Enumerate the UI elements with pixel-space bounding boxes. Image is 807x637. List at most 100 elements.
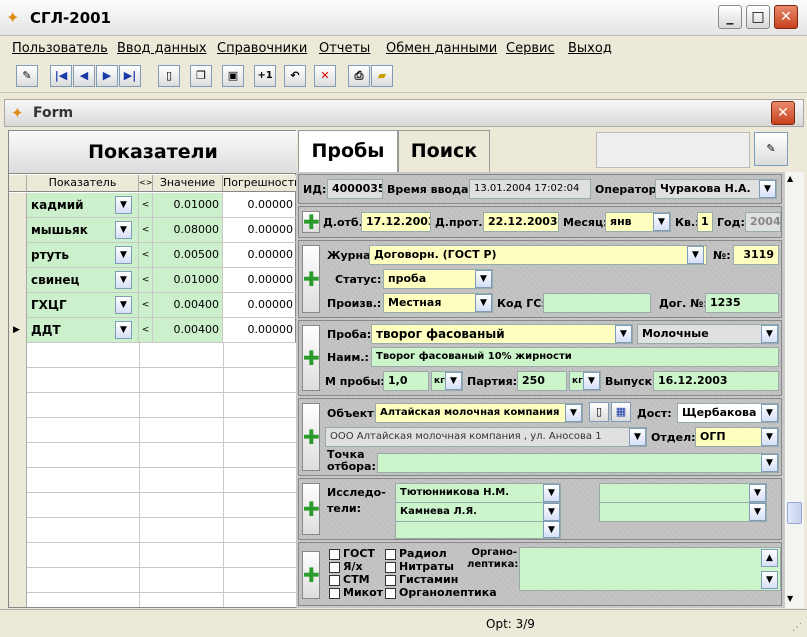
chevron-down-icon[interactable]: ▼ <box>629 428 646 446</box>
yax-checkbox[interactable] <box>329 562 340 573</box>
menu-data-entry[interactable]: Ввод данных <box>117 41 207 56</box>
grid-header-value[interactable]: Значение <box>153 175 223 192</box>
table-row[interactable]: мышьяк ▼ <box>27 218 139 243</box>
error-cell[interactable]: 0.00000 <box>223 318 297 343</box>
journal-select[interactable]: Договорн. (ГОСТ Р) <box>369 245 707 265</box>
tab-samples[interactable]: Пробы <box>298 130 398 174</box>
chevron-down-icon[interactable]: ▼ <box>115 246 132 264</box>
resize-grip-icon[interactable]: ⋰ <box>792 622 802 633</box>
table-row[interactable]: ДДТ ▼ <box>27 318 139 343</box>
chevron-down-icon[interactable]: ▼ <box>761 454 778 472</box>
group-select[interactable]: Молочные <box>637 324 779 344</box>
error-cell[interactable]: 0.00000 <box>223 293 297 318</box>
table-row[interactable]: свинец ▼ <box>27 268 139 293</box>
contract-number-field[interactable]: 1235 <box>705 293 779 313</box>
minimize-button[interactable]: _ <box>718 5 742 29</box>
sampling-date-field[interactable]: 17.12.2003 <box>361 212 431 232</box>
radiol-checkbox[interactable] <box>385 549 396 560</box>
scroll-down-icon[interactable]: ▼ <box>787 594 793 603</box>
mikot-checkbox[interactable] <box>329 588 340 599</box>
researcher-4-select[interactable] <box>599 483 767 503</box>
table-row[interactable]: кадмий ▼ <box>27 193 139 218</box>
chevron-down-icon[interactable]: ▼ <box>543 503 560 521</box>
nitrates-checkbox[interactable] <box>385 562 396 573</box>
add-icon[interactable]: ✚ <box>302 483 320 535</box>
copy-icon[interactable]: ❐ <box>190 65 212 87</box>
add-one-button[interactable]: +1 <box>254 65 276 87</box>
first-record-icon[interactable]: |◀ <box>50 65 72 87</box>
value-cell[interactable]: 0.01000 <box>153 268 223 293</box>
add-icon[interactable]: ✚ <box>302 403 320 471</box>
tab-search[interactable]: Поиск <box>398 130 490 174</box>
chevron-down-icon[interactable]: ▼ <box>115 196 132 214</box>
chevron-down-icon[interactable]: ▼ <box>565 404 582 422</box>
value-cell[interactable]: 0.00500 <box>153 243 223 268</box>
add-icon[interactable]: ✚ <box>302 325 320 391</box>
chevron-down-icon[interactable]: ▼ <box>759 180 776 198</box>
error-cell[interactable]: 0.00000 <box>223 193 297 218</box>
error-cell[interactable]: 0.00000 <box>223 218 297 243</box>
chevron-down-icon[interactable]: ▼ <box>543 484 560 502</box>
next-record-icon[interactable]: ▶ <box>96 65 118 87</box>
sampling-point-select[interactable] <box>377 453 779 473</box>
menu-exit[interactable]: Выход <box>568 41 612 56</box>
notes-icon[interactable]: ✎ <box>754 132 788 166</box>
release-date-field[interactable]: 16.12.2003 <box>653 371 779 391</box>
chevron-down-icon[interactable]: ▼ <box>687 246 704 264</box>
chevron-down-icon[interactable]: ▼ <box>583 372 600 390</box>
party-field[interactable]: 250 <box>517 371 567 391</box>
new-document-icon[interactable]: ▯ <box>158 65 180 87</box>
menu-user[interactable]: Пользователь <box>12 41 108 56</box>
object-address-select[interactable]: ООО Алтайская молочная компания , ул. Ан… <box>325 427 647 447</box>
organoleptic-textarea[interactable] <box>519 547 781 591</box>
chevron-down-icon[interactable]: ▼ <box>115 296 132 314</box>
menu-references[interactable]: Справочники <box>217 41 307 56</box>
chevron-down-icon[interactable]: ▼ <box>761 325 778 343</box>
protocol-date-field[interactable]: 22.12.2003 <box>483 212 559 232</box>
scroll-down-icon[interactable]: ▼ <box>761 571 778 589</box>
table-row[interactable]: ртуть ▼ <box>27 243 139 268</box>
object-select[interactable]: Алтайская молочная компания <box>375 403 583 423</box>
add-icon[interactable]: ✚ <box>302 245 320 313</box>
indicators-title[interactable]: Показатели <box>9 131 297 174</box>
table-row[interactable]: ГХЦГ ▼ <box>27 293 139 318</box>
vertical-scrollbar[interactable]: ▲ ▼ <box>784 172 804 608</box>
researcher-2-select[interactable]: Камнева Л.Я. <box>395 502 561 522</box>
value-cell[interactable]: 0.01000 <box>153 193 223 218</box>
add-icon[interactable]: ✚ <box>302 211 320 233</box>
chevron-down-icon[interactable]: ▼ <box>115 321 132 339</box>
product-name-field[interactable]: Творог фасованый 10% жирности <box>371 347 779 367</box>
stm-checkbox[interactable] <box>329 575 340 586</box>
last-record-icon[interactable]: ▶| <box>119 65 141 87</box>
researcher-5-select[interactable] <box>599 502 767 522</box>
chevron-down-icon[interactable]: ▼ <box>115 221 132 239</box>
prev-record-icon[interactable]: ◀ <box>73 65 95 87</box>
sample-select[interactable]: творог фасованый <box>371 324 633 344</box>
delete-icon[interactable]: ✕ <box>314 65 336 87</box>
quarter-field[interactable]: 1 <box>697 212 713 232</box>
scrollbar-thumb[interactable] <box>787 502 802 524</box>
gs-code-field[interactable] <box>543 293 651 313</box>
add-icon[interactable]: ✚ <box>302 551 320 599</box>
chevron-down-icon[interactable]: ▼ <box>761 428 778 446</box>
menu-reports[interactable]: Отчеты <box>319 41 370 56</box>
menu-data-exchange[interactable]: Обмен данными <box>386 41 497 56</box>
researcher-3-select[interactable] <box>395 521 561 539</box>
value-cell[interactable]: 0.00400 <box>153 318 223 343</box>
journal-number-field[interactable]: 3119 <box>733 245 779 265</box>
researcher-1-select[interactable]: Тютюнникова Н.М. <box>395 483 561 503</box>
scroll-up-icon[interactable]: ▲ <box>787 174 793 183</box>
scroll-up-icon[interactable]: ▲ <box>761 549 778 567</box>
edit-icon[interactable]: ✎ <box>16 65 38 87</box>
form-close-button[interactable]: ✕ <box>771 101 795 125</box>
chevron-down-icon[interactable]: ▼ <box>475 294 492 312</box>
chevron-down-icon[interactable]: ▼ <box>445 372 462 390</box>
grid-header-op[interactable]: <> <box>139 175 153 192</box>
gost-checkbox[interactable] <box>329 549 340 560</box>
organoleptic-checkbox[interactable] <box>385 588 396 599</box>
value-cell[interactable]: 0.00400 <box>153 293 223 318</box>
histamine-checkbox[interactable] <box>385 575 396 586</box>
chevron-down-icon[interactable]: ▼ <box>475 270 492 288</box>
print-icon[interactable]: ⎙ <box>348 65 370 87</box>
error-cell[interactable]: 0.00000 <box>223 243 297 268</box>
